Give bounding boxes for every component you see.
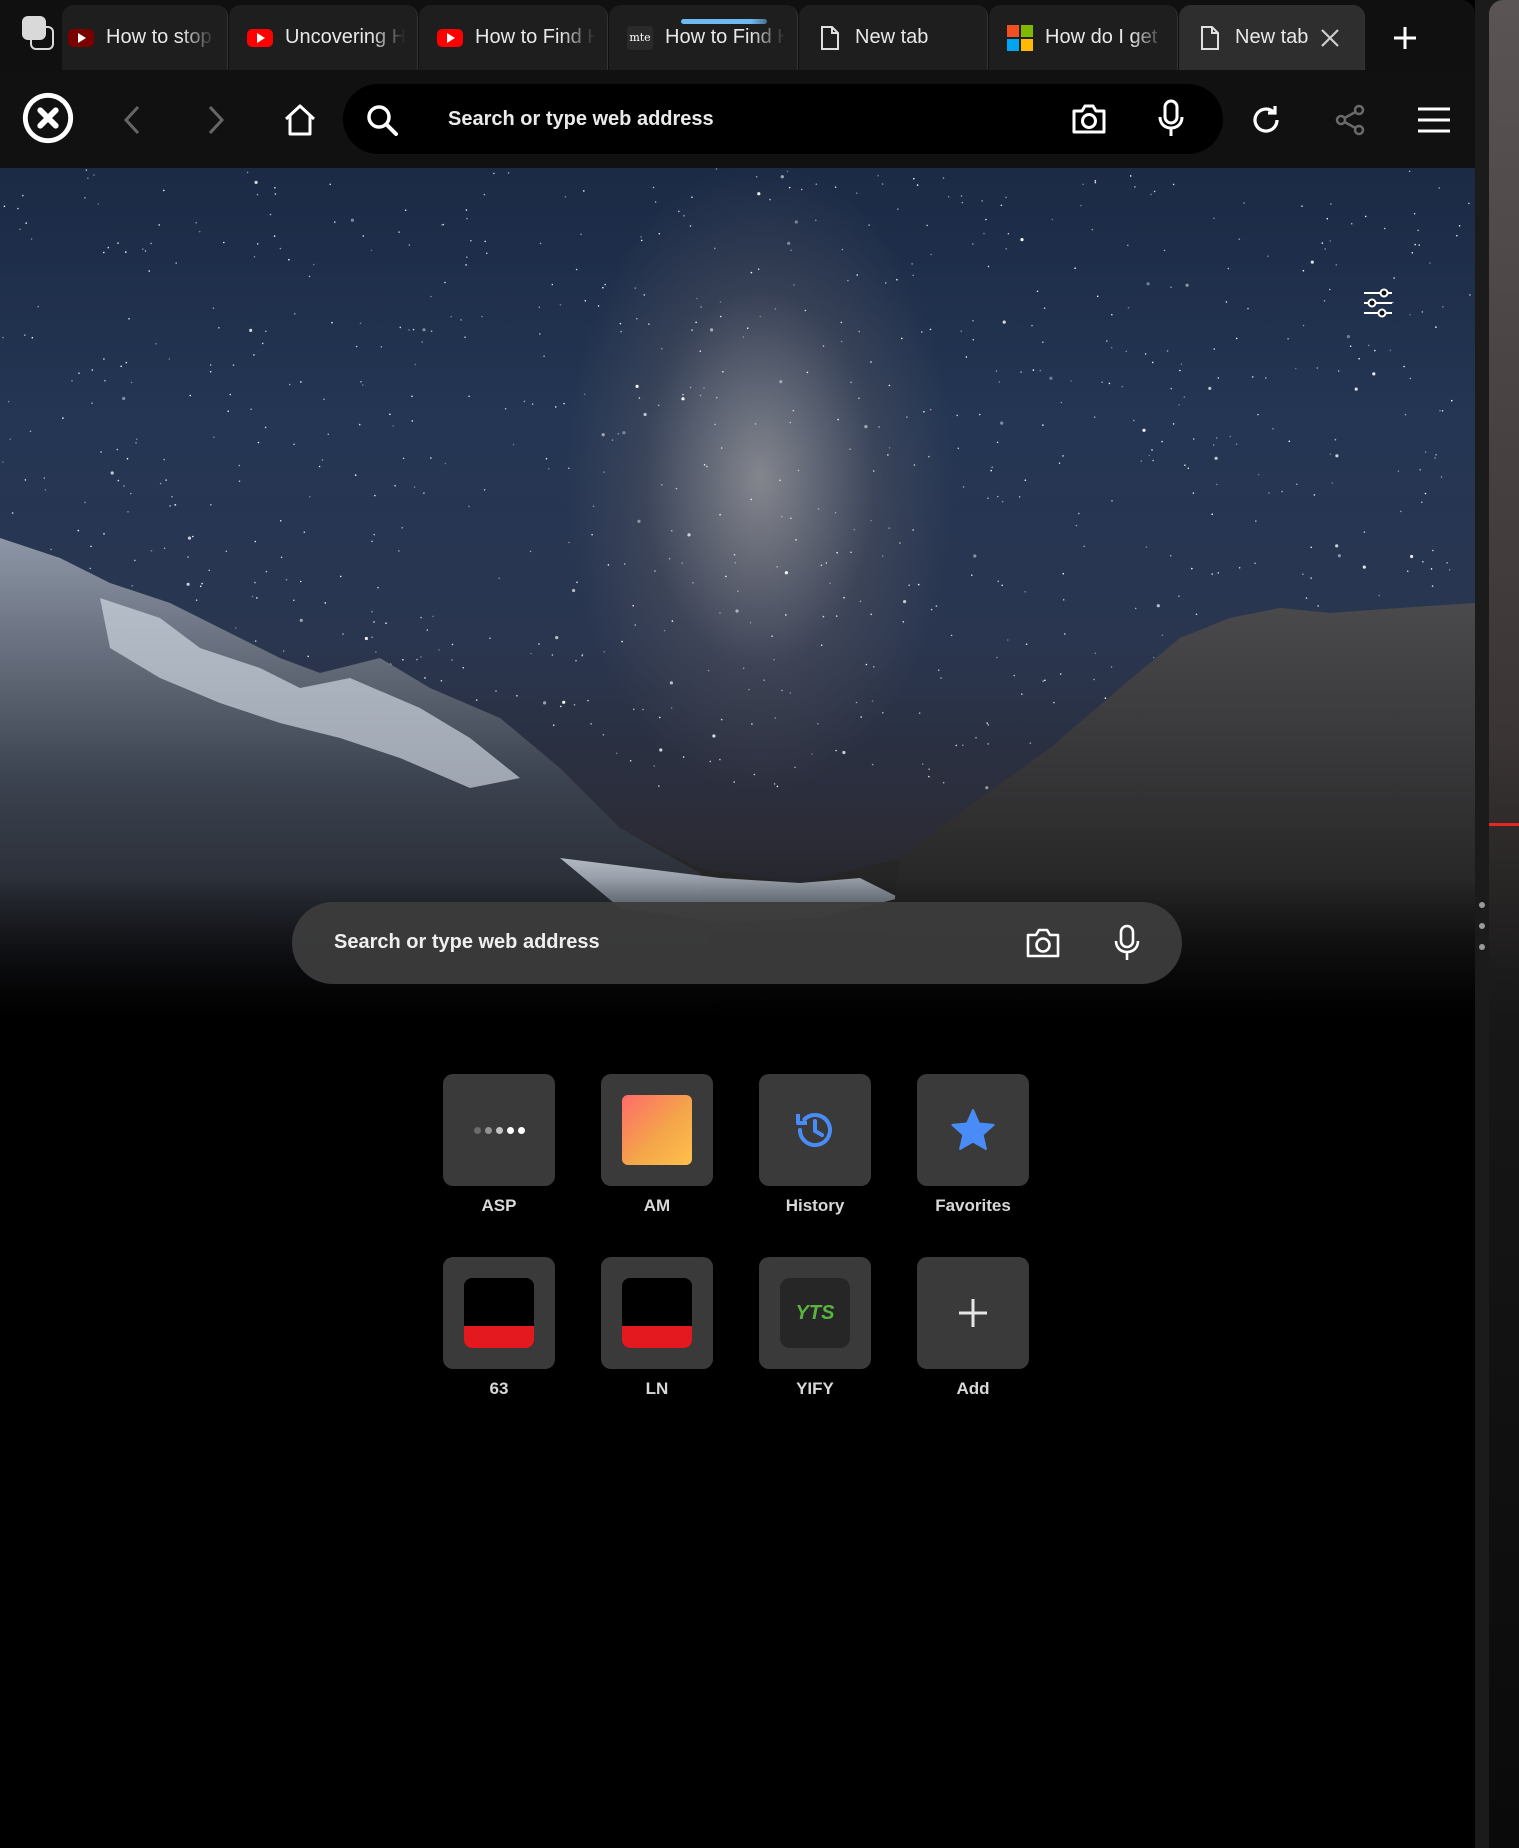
close-tab-icon[interactable] — [1318, 26, 1342, 50]
speed-dial-tile[interactable] — [601, 1257, 713, 1369]
document-icon — [817, 25, 843, 50]
brand-menu-button[interactable] — [20, 90, 76, 146]
background-window-frame — [1489, 0, 1519, 1848]
yts-logo: YTS — [780, 1278, 850, 1348]
microphone-icon — [1114, 924, 1140, 960]
add-speed-dial-button[interactable] — [917, 1257, 1029, 1369]
camera-search-button[interactable] — [1070, 100, 1108, 143]
tab-2[interactable]: Uncovering H — [229, 5, 418, 70]
mte-icon: mte — [627, 25, 653, 50]
microsoft-icon — [1007, 24, 1033, 51]
main-menu-button[interactable] — [1406, 92, 1462, 148]
newtab-search-placeholder: Search or type web address — [334, 931, 600, 953]
speed-dial-asp[interactable]: ASP — [443, 1074, 555, 1224]
speed-dial-tile[interactable] — [443, 1257, 555, 1369]
document-icon — [1197, 25, 1223, 50]
speed-dial-add[interactable]: Add — [917, 1257, 1029, 1407]
plus-icon — [959, 1299, 987, 1327]
tab-1[interactable]: How to stop Y — [62, 5, 228, 70]
tab-strip: How to stop Y Uncovering H How to Find H… — [0, 0, 1475, 70]
tab-5[interactable]: New tab — [799, 5, 988, 70]
speed-dial-label: AM — [643, 1196, 671, 1215]
tab-3[interactable]: How to Find H — [419, 5, 608, 70]
address-bar[interactable]: Search or type web address — [343, 84, 1223, 154]
address-bar-placeholder: Search or type web address — [448, 107, 714, 130]
camera-search-button[interactable] — [1020, 920, 1066, 966]
speed-dial-label: History — [785, 1196, 845, 1215]
speed-dial-tile[interactable] — [601, 1074, 713, 1186]
tab-6[interactable]: How do I get — [989, 5, 1178, 70]
reload-button[interactable] — [1238, 92, 1294, 148]
back-button[interactable] — [104, 92, 160, 148]
tab-overview-button[interactable] — [22, 16, 60, 54]
speed-dial-tile[interactable]: YTS — [759, 1257, 871, 1369]
camera-icon — [1026, 928, 1060, 958]
brand-logo-icon — [22, 92, 74, 144]
speed-dial-yify[interactable]: YTS YIFY — [759, 1257, 871, 1407]
chevron-left-icon — [123, 105, 140, 135]
star-icon — [951, 1109, 995, 1150]
speed-dial-label: ASP — [481, 1196, 517, 1215]
plus-icon — [1394, 27, 1416, 49]
speed-dial-tile[interactable] — [759, 1074, 871, 1186]
youtube-icon — [247, 26, 273, 50]
speed-dial-tile[interactable] — [443, 1074, 555, 1186]
home-icon — [284, 104, 316, 136]
voice-search-button[interactable] — [1104, 920, 1150, 966]
home-button[interactable] — [272, 92, 328, 148]
sliders-icon — [1364, 288, 1392, 318]
speed-dial-label: LN — [645, 1379, 669, 1398]
hamburger-menu-icon — [1418, 107, 1450, 133]
youtube-icon — [68, 26, 94, 50]
speed-dial-history[interactable]: History — [759, 1074, 871, 1224]
tab-4[interactable]: mte How to Find H — [609, 5, 798, 70]
customize-page-button[interactable] — [1358, 283, 1398, 323]
am-thumbnail — [622, 1095, 692, 1165]
speed-dial-ln[interactable]: LN — [601, 1257, 713, 1407]
tab-7-active[interactable]: New tab — [1179, 5, 1365, 70]
speed-dial-63[interactable]: 63 — [443, 1257, 555, 1407]
asp-thumbnail — [473, 1126, 525, 1134]
speed-dial-tile[interactable] — [917, 1074, 1029, 1186]
speed-dial-label: YIFY — [796, 1379, 834, 1398]
toolbar: Search or type web address — [0, 70, 1475, 168]
voice-search-button[interactable] — [1158, 99, 1184, 144]
history-icon — [796, 1113, 832, 1147]
speed-dial-am[interactable]: AM — [601, 1074, 713, 1224]
share-icon — [1335, 104, 1365, 136]
search-icon — [367, 105, 398, 136]
browser-window: How to stop Y Uncovering H How to Find H… — [0, 0, 1475, 1848]
forward-button[interactable] — [188, 92, 244, 148]
chevron-right-icon — [208, 105, 225, 135]
tab-title: New tab — [1235, 26, 1309, 48]
window-resize-handle[interactable] — [1478, 902, 1486, 950]
share-button[interactable] — [1322, 92, 1378, 148]
speed-dial-label: 63 — [489, 1379, 509, 1398]
youtube-icon — [437, 26, 463, 50]
speed-dial-label: Add — [956, 1379, 990, 1398]
site-thumbnail — [622, 1278, 692, 1348]
speed-dial-favorites[interactable]: Favorites — [917, 1074, 1029, 1224]
new-tab-button[interactable] — [1385, 18, 1425, 58]
newtab-search-box[interactable]: Search or type web address — [292, 902, 1182, 984]
reload-icon — [1253, 106, 1279, 133]
speed-dial-label: Favorites — [935, 1196, 1011, 1215]
camera-icon — [1072, 104, 1106, 134]
site-thumbnail — [464, 1278, 534, 1348]
tab-title: New tab — [855, 26, 929, 48]
wallpaper — [0, 168, 1475, 1018]
microphone-icon — [1158, 99, 1184, 136]
background-window-accent — [1489, 823, 1519, 826]
